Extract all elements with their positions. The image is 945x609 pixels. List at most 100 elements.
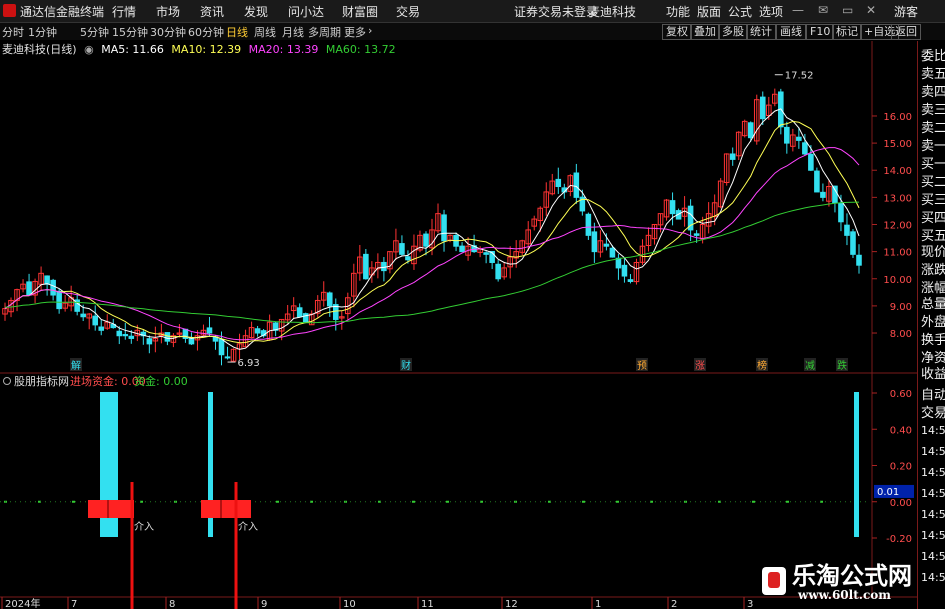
price-tick-label: 10.00 <box>883 275 912 286</box>
candle-body <box>224 356 231 359</box>
menu-gongneng[interactable]: 功能 <box>666 3 690 20</box>
menu-faxian[interactable]: 发现 <box>244 3 268 20</box>
stats-button[interactable]: 统计 <box>746 24 776 40</box>
login-notice[interactable]: 证券交易未登录 <box>514 3 598 20</box>
zero-dot <box>582 500 585 503</box>
menu-xuanxiang[interactable]: 选项 <box>759 3 783 20</box>
event-label: 财 <box>401 359 411 372</box>
fuquan-button[interactable]: 复权 <box>662 24 692 40</box>
side-panel-label: 卖一 <box>921 139 945 154</box>
candle-body <box>747 122 754 139</box>
menu-caifuquan[interactable]: 财富圈 <box>342 3 378 20</box>
candle-body <box>441 214 447 242</box>
quote-side-panel: 委比 卖五 卖四 卖三 卖二 卖一 买一 买二 买三 买四 买五 现价 涨跌 涨幅 总量 外盘 换手 净资 收益 自动… <box>917 41 945 609</box>
fund-bar <box>854 392 859 537</box>
candle-body <box>254 328 261 334</box>
candle-body <box>326 292 333 307</box>
time-tick-label: 9 <box>261 599 267 609</box>
indicator-tick-label: 0.00 <box>890 498 912 509</box>
candle-body <box>796 136 802 141</box>
candle-body <box>218 339 225 356</box>
message-icon[interactable]: ✉ <box>818 3 828 17</box>
chevron-right-icon[interactable]: › <box>368 24 372 37</box>
side-panel-label: 买三 <box>921 193 945 208</box>
side-panel-label: 14:56 <box>921 550 945 563</box>
side-panel-label: 14:56 <box>921 508 945 521</box>
period-monthly[interactable]: 月线 <box>282 24 304 40</box>
zero-dot <box>616 500 619 503</box>
minimize-icon[interactable]: — <box>792 3 804 17</box>
candle-body <box>621 264 628 277</box>
multi-stock-button[interactable]: 多股 <box>718 24 748 40</box>
period-toolbar: 分时 1分钟 5分钟 15分钟 30分钟 60分钟 日线 周线 月线 多周期 更… <box>0 23 945 40</box>
menu-zixun[interactable]: 资讯 <box>200 3 224 20</box>
period-multi[interactable]: 多周期 <box>308 24 341 40</box>
candle-body <box>627 279 634 282</box>
back-button[interactable]: 返回 <box>891 24 921 40</box>
time-tick-label: 3 <box>747 599 753 609</box>
event-label: 预 <box>637 360 647 372</box>
watermark-url: www.60lt.com <box>798 588 891 602</box>
side-panel-label: 涨跌 <box>921 263 945 278</box>
candle-body <box>405 256 411 261</box>
window-icon[interactable]: ▭ <box>842 3 853 17</box>
candle-body <box>206 327 213 334</box>
candle-body <box>296 307 303 318</box>
time-tick-label: 2 <box>671 599 677 609</box>
period-1min[interactable]: 1分钟 <box>28 24 57 40</box>
draw-line-button[interactable]: 画线 <box>776 24 806 40</box>
event-label: 解 <box>71 359 81 372</box>
period-15min[interactable]: 15分钟 <box>112 24 148 40</box>
menu-shichang[interactable]: 市场 <box>156 3 180 20</box>
side-panel-label: 现价 <box>921 245 945 260</box>
menu-hangqing[interactable]: 行情 <box>112 3 136 20</box>
app-logo-icon <box>3 4 16 17</box>
f10-button[interactable]: F10 <box>806 24 835 40</box>
period-more[interactable]: 更多 <box>344 24 366 40</box>
time-tick-label: 2024年 <box>5 597 40 609</box>
menu-jiaoyi[interactable]: 交易 <box>396 3 420 20</box>
candle-body <box>146 338 153 345</box>
candle-body <box>838 202 844 223</box>
menu-wenxiaoda[interactable]: 问小达 <box>288 3 324 20</box>
candle-body <box>591 231 598 253</box>
candle-body <box>483 252 489 255</box>
side-panel-label: 卖二 <box>921 121 945 136</box>
side-panel-label: 外盘 <box>921 315 945 330</box>
time-tick-label: 10 <box>343 599 356 609</box>
candle-body <box>573 172 580 198</box>
menu-gongshi[interactable]: 公式 <box>728 3 752 20</box>
period-30min[interactable]: 30分钟 <box>150 24 186 40</box>
side-panel-label: 卖五 <box>921 67 945 82</box>
candle-body <box>423 233 429 247</box>
period-5min[interactable]: 5分钟 <box>80 24 109 40</box>
menu-banmian[interactable]: 版面 <box>697 3 721 20</box>
period-daily[interactable]: 日线 <box>226 24 248 40</box>
price-tick-label: 11.00 <box>883 248 912 259</box>
top-menu-bar: 通达信金融终端 行情 市场 资讯 发现 问小达 财富圈 交易 证券交易未登录 麦… <box>0 0 945 23</box>
zero-dot <box>72 500 75 503</box>
candle-body <box>603 243 610 247</box>
period-weekly[interactable]: 周线 <box>254 24 276 40</box>
user-label[interactable]: 游客 <box>894 3 918 20</box>
kline-chart[interactable]: 8.009.0010.0011.0012.0013.0014.0015.0016… <box>0 41 917 609</box>
indicator-tick-label: 0.60 <box>890 389 912 400</box>
indicator-name: 股朋指标网 <box>14 374 69 388</box>
mark-button[interactable]: 标记 <box>832 24 862 40</box>
current-stock-name: 麦迪科技 <box>588 5 637 19</box>
candle-body <box>615 257 622 269</box>
indicator-settings-icon <box>3 377 11 385</box>
candle-body <box>363 253 369 280</box>
candle-body <box>802 142 808 155</box>
price-tick-label: 14.00 <box>883 166 912 177</box>
event-label: 减 <box>805 360 815 372</box>
indicator-current-value: 0.01 <box>877 487 899 498</box>
candle-body <box>116 330 123 337</box>
zero-dot <box>752 500 755 503</box>
period-fenshi[interactable]: 分时 <box>2 24 24 40</box>
close-icon[interactable]: ✕ <box>866 3 876 17</box>
overlay-button[interactable]: 叠加 <box>690 24 720 40</box>
candle-body <box>555 178 562 188</box>
side-panel-label: 换手 <box>921 333 945 348</box>
period-60min[interactable]: 60分钟 <box>188 24 224 40</box>
